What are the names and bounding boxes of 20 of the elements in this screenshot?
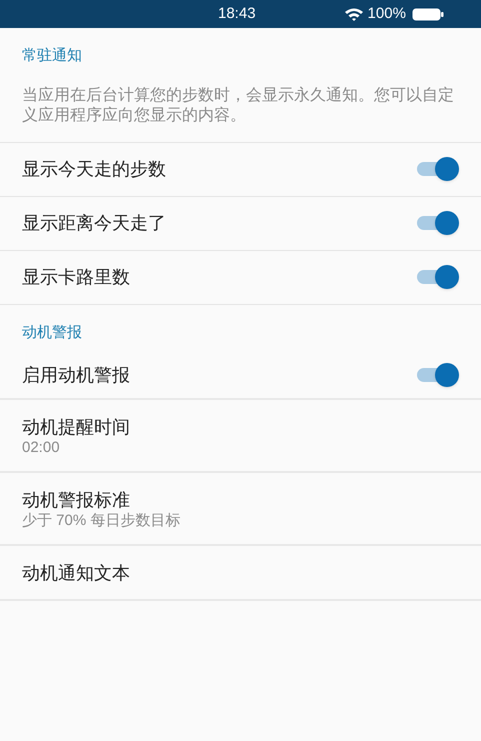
setting-label: 显示距离今天走了 <box>22 212 166 234</box>
section-description: 当应用在后台计算您的步数时，会显示永久通知。您可以自定义应用程序应向您显示的内容。 <box>0 76 481 142</box>
battery-icon <box>412 8 444 20</box>
setting-label: 显示卡路里数 <box>22 266 130 288</box>
toggle-switch[interactable] <box>415 363 459 387</box>
toggle-switch[interactable] <box>415 157 459 181</box>
wifi-icon <box>344 7 364 21</box>
setting-summary: 02:00 <box>22 438 61 456</box>
setting-label: 启用动机警报 <box>22 364 130 386</box>
setting-summary: 少于 70% 每日步数目标 <box>22 512 182 530</box>
setting-label[interactable]: 动机警报标准 <box>22 488 459 512</box>
setting-label: 显示今天走的步数 <box>22 158 166 180</box>
setting-label[interactable]: 动机提醒时间 <box>22 414 459 438</box>
section-header: 常驻通知 <box>21 46 83 66</box>
toggle-switch[interactable] <box>415 265 459 289</box>
setting-label[interactable]: 动机通知文本 <box>22 560 459 584</box>
section-header: 动机警报 <box>21 322 83 342</box>
toggle-switch[interactable] <box>415 211 459 235</box>
battery-percent: 100% <box>368 4 406 24</box>
status-time: 18:43 <box>218 4 256 24</box>
